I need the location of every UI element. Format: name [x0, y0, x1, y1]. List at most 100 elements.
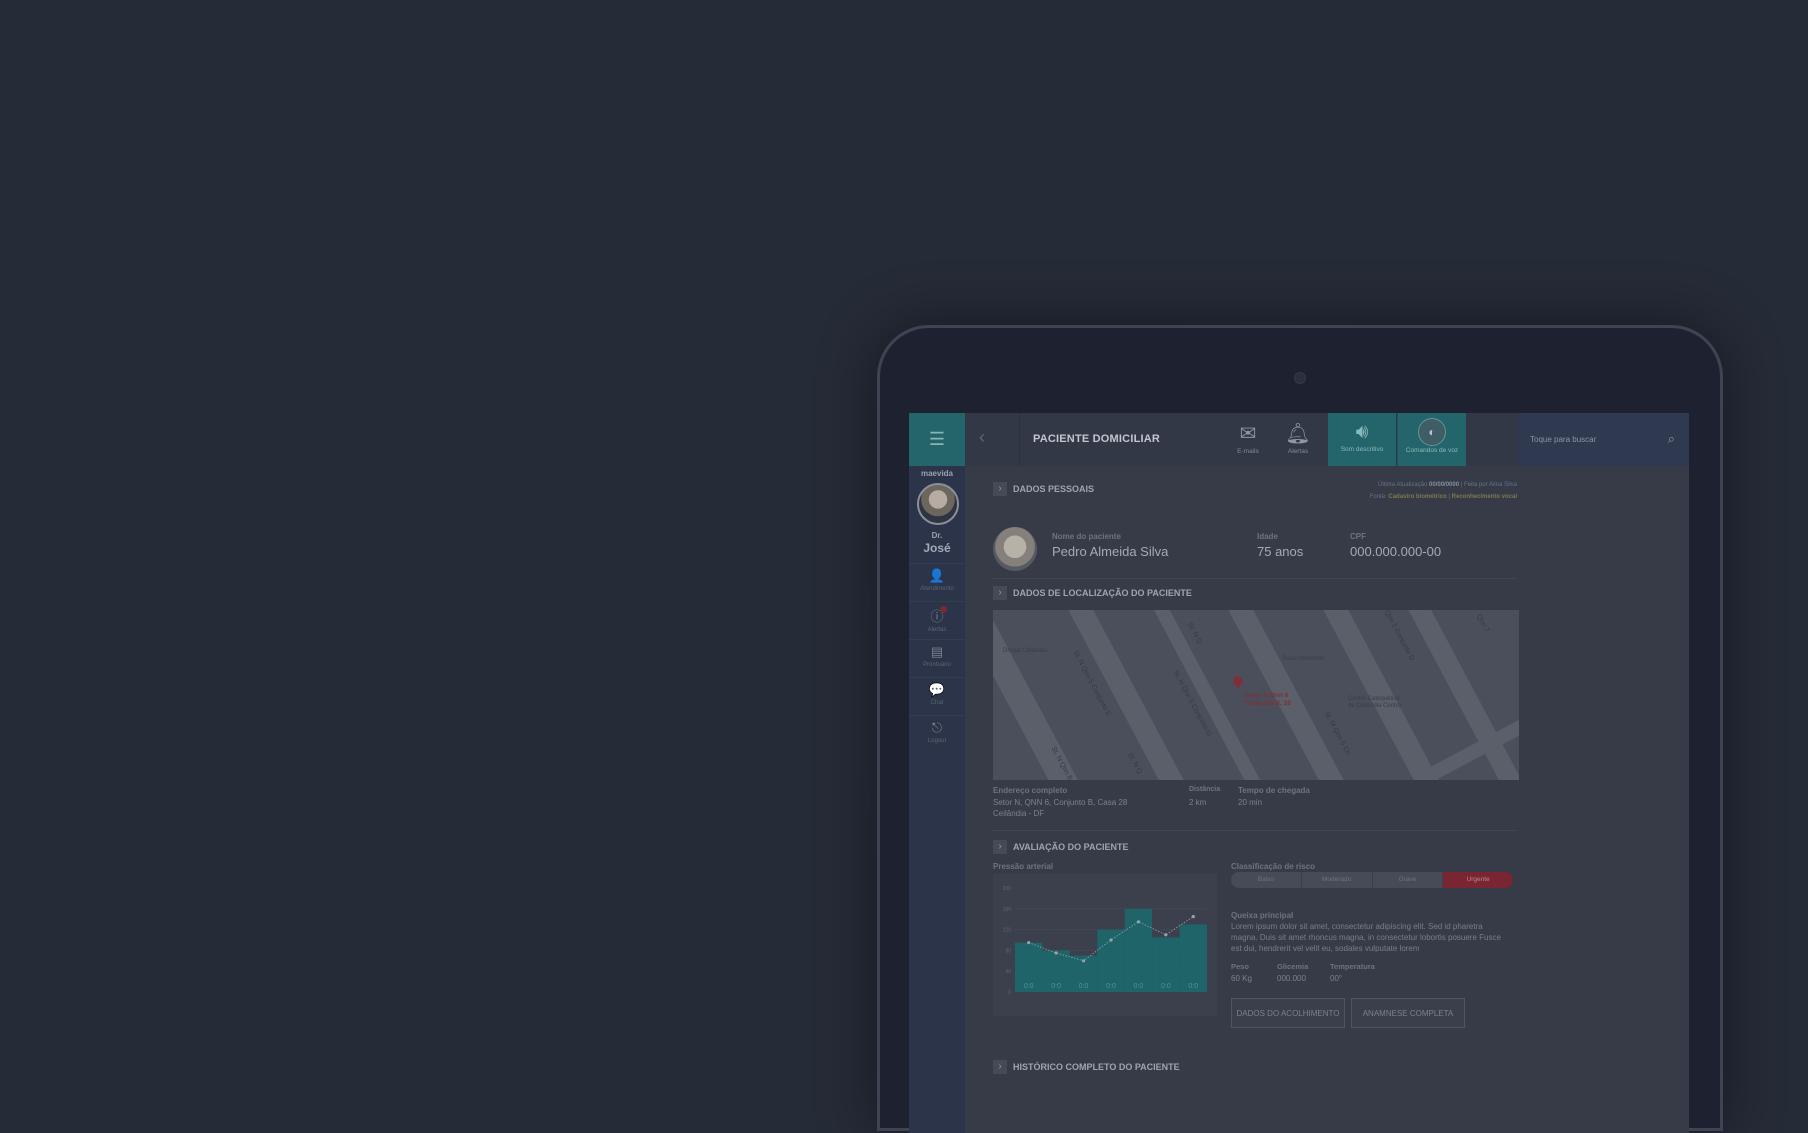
divider	[993, 578, 1517, 579]
location-map[interactable]: St. N Qnn 8 St. N Qnn 5 Conjunto E St. N…	[993, 610, 1519, 780]
bar	[1179, 924, 1207, 992]
divider	[1019, 413, 1020, 466]
sidebar-item-alertas[interactable]: ⓘ Alertas	[909, 601, 965, 639]
bar-label: 0:0	[1051, 983, 1061, 990]
section-title: DADOS PESSOAIS	[1013, 484, 1095, 494]
trend-point	[1109, 938, 1113, 942]
address-line-1: Setor N, QNN 6, Conjunto B, Casa 28	[993, 798, 1128, 807]
risk-moderate[interactable]: Moderado	[1302, 872, 1373, 888]
mail-icon: ✉	[1239, 423, 1257, 445]
age-value: 75 anos	[1257, 544, 1304, 559]
sidebar-item-label: Chat	[930, 700, 944, 706]
sidebar-item-prontuario[interactable]: ▤ Prontuário	[909, 639, 965, 677]
arrival-time-label: Tempo de chegada	[1238, 786, 1310, 795]
section-title: HISTÓRICO COMPLETO DO PACIENTE	[1013, 1062, 1180, 1072]
source-biometric: Cadastro biométrico	[1388, 494, 1447, 500]
pin-label-line: Conjunto B, 28	[1245, 700, 1291, 707]
speaker-icon: 🔊︎	[1355, 421, 1369, 443]
map-poi-label: Bacu Alimentos	[1283, 656, 1325, 662]
microphone-icon: ◐	[1418, 418, 1446, 446]
bar-label: 0:0	[1188, 983, 1198, 990]
bell-icon: 🔔︎	[1285, 423, 1311, 445]
search-input[interactable]: Toque para buscar ⌕	[1518, 413, 1689, 466]
trend-point	[1191, 915, 1195, 919]
audio-label: Som descritivo	[1340, 446, 1384, 453]
glucose-value: 000.000	[1277, 974, 1306, 983]
pin-label: Setor N Qnn 6 Conjunto B, 28	[1245, 692, 1291, 708]
chevron-right-icon: ›	[993, 840, 1007, 854]
divider	[993, 830, 1517, 831]
map-poi-label: Drogal Ceilândia	[1003, 648, 1048, 654]
menu-button[interactable]: ☰	[909, 413, 965, 466]
distance-label: Distância	[1189, 786, 1221, 793]
risk-urgent[interactable]: Urgente	[1443, 872, 1513, 888]
intake-data-button[interactable]: DADOS DO ACOLHIMENTO	[1231, 998, 1345, 1028]
sidebar-item-logout[interactable]: ⎋ Logout	[909, 715, 965, 753]
bar-label: 0:0	[1161, 983, 1171, 990]
doctor-title: Dr.	[931, 531, 943, 540]
back-icon[interactable]: ‹	[979, 427, 985, 448]
user-icon: 👤	[928, 568, 946, 583]
hamburger-icon: ☰	[928, 429, 946, 449]
y-tick-label: 0	[1008, 990, 1011, 996]
weight-value: 60 Kg	[1231, 974, 1252, 983]
section-evaluation-header[interactable]: › AVALIAÇÃO DO PACIENTE	[993, 840, 1129, 854]
chat-icon: 💬	[928, 682, 946, 697]
risk-low[interactable]: Baixo	[1231, 872, 1302, 888]
email-button[interactable]: ✉ E-mails	[1228, 413, 1268, 466]
sidebar-item-label: Atendimento	[920, 586, 954, 592]
alert-badge	[940, 606, 947, 613]
temperature-value: 00°	[1330, 974, 1343, 983]
sidebar-item-atendimento[interactable]: 👤 Atendimento	[909, 563, 965, 601]
street-label: St. N Q	[1125, 751, 1143, 776]
address-label: Endereço completo	[993, 786, 1068, 795]
app-screen: ☰ maevida Dr. José 👤 Atendimento ⓘ Alert…	[909, 413, 1689, 1133]
doctor-avatar[interactable]	[917, 483, 959, 525]
bar-label: 0:0	[1079, 983, 1089, 990]
section-personal-header[interactable]: › DADOS PESSOAIS	[993, 482, 1094, 496]
street-label: St. N Q	[1185, 621, 1203, 646]
risk-severe[interactable]: Grave	[1373, 872, 1444, 888]
main-complaint: Queixa principal Lorem ipsum dolor sit a…	[1231, 910, 1511, 954]
audio-description-button[interactable]: 🔊︎ Som descritivo	[1328, 413, 1396, 466]
patient-photo	[993, 527, 1037, 571]
blood-pressure-chart: 200 160 120 80 40 0 0:0 0:0 0:0 0:0 0:0 0:0 0:0	[993, 874, 1217, 1016]
made-by-link[interactable]: Alina Silva	[1489, 482, 1517, 488]
voice-command-button[interactable]: ◐ Comandos de voz	[1397, 413, 1466, 466]
logout-icon: ⎋	[931, 720, 943, 735]
trend-point	[1081, 959, 1086, 963]
street-label: Qnn 7	[1474, 613, 1491, 634]
cpf-value: 000.000.000-00	[1350, 544, 1442, 559]
page-title: PACIENTE DOMICILIAR	[1033, 433, 1161, 445]
bar-label: 0:0	[1134, 983, 1144, 990]
sidebar-item-chat[interactable]: 💬 Chat	[909, 677, 965, 715]
update-meta: Última Atualização 00/00/0000 | Feita po…	[1377, 482, 1517, 488]
age-label: Idade	[1257, 532, 1278, 541]
patient-name-value: Pedro Almeida Silva	[1052, 544, 1169, 559]
section-location-header[interactable]: › DADOS DE LOCALIZAÇÃO DO PACIENTE	[993, 586, 1192, 600]
chevron-right-icon: ›	[993, 1060, 1007, 1074]
alert-icon: ⓘ	[930, 609, 944, 624]
alerts-button[interactable]: 🔔︎ Alertas	[1278, 413, 1318, 466]
trend-point	[1054, 951, 1058, 955]
risk-label: Classificação de risco	[1231, 862, 1316, 871]
section-title: AVALIAÇÃO DO PACIENTE	[1013, 842, 1129, 852]
sidebar: ☰ maevida Dr. José 👤 Atendimento ⓘ Alert…	[909, 413, 965, 1133]
complaint-title: Queixa principal	[1231, 911, 1294, 920]
risk-classification-bar: Baixo Moderado Grave Urgente	[1231, 872, 1513, 888]
full-anamnesis-button[interactable]: ANAMNESE COMPLETA	[1351, 998, 1465, 1028]
sidebar-item-label: Logout	[927, 738, 947, 744]
location-pin-icon[interactable]	[1230, 673, 1246, 689]
cpf-label: CPF	[1350, 532, 1366, 541]
last-update-label: Última Atualização	[1377, 482, 1428, 488]
y-tick-label: 200	[1003, 886, 1012, 892]
chevron-right-icon: ›	[993, 586, 1007, 600]
trend-point	[1136, 920, 1141, 924]
section-history-header[interactable]: › HISTÓRICO COMPLETO DO PACIENTE	[993, 1060, 1180, 1074]
alerts-label: Alertas	[1287, 448, 1309, 455]
y-tick-label: 120	[1003, 928, 1012, 934]
source-voice: Reconhecimento vocal	[1451, 494, 1517, 500]
email-label: E-mails	[1237, 448, 1259, 455]
search-icon[interactable]: ⌕	[1668, 431, 1675, 447]
search-placeholder: Toque para buscar	[1530, 435, 1597, 444]
